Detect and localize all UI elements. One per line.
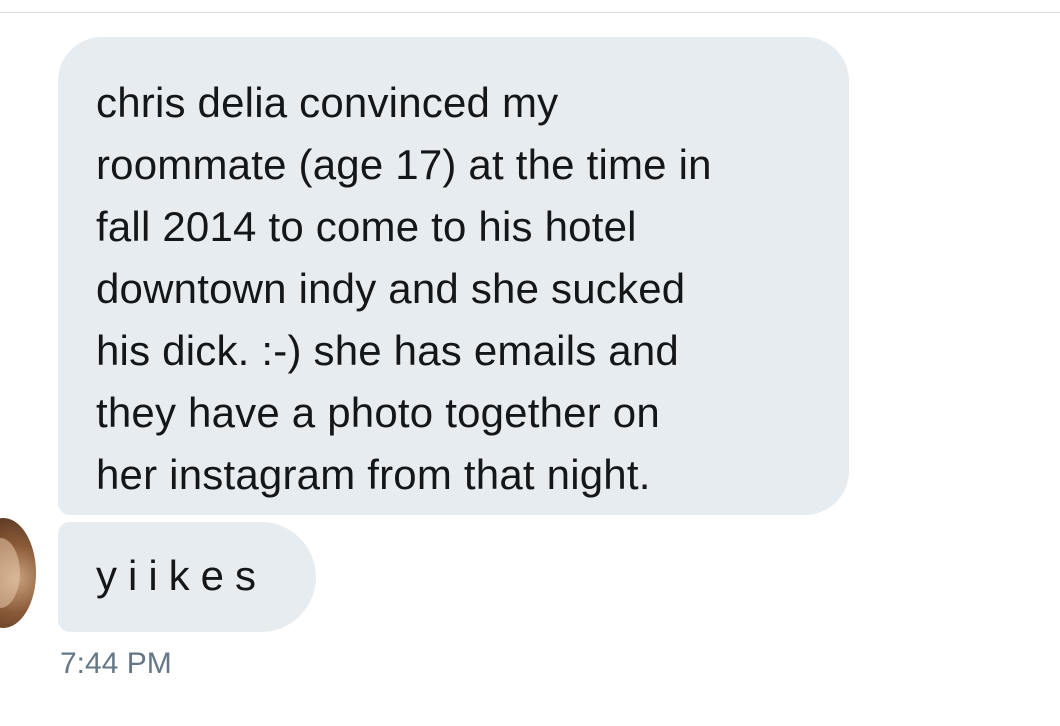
dm-conversation: chris delia convinced my roommate (age 1…	[0, 0, 1060, 726]
top-divider	[0, 12, 1060, 13]
message-bubble[interactable]: yiikes	[58, 522, 316, 632]
message-text: yiikes	[96, 552, 268, 599]
message-timestamp: 7:44 PM	[60, 647, 172, 680]
message-bubble[interactable]: chris delia convinced my roommate (age 1…	[58, 37, 849, 515]
message-text: chris delia convinced my roommate (age 1…	[96, 79, 712, 498]
avatar[interactable]	[0, 518, 36, 628]
